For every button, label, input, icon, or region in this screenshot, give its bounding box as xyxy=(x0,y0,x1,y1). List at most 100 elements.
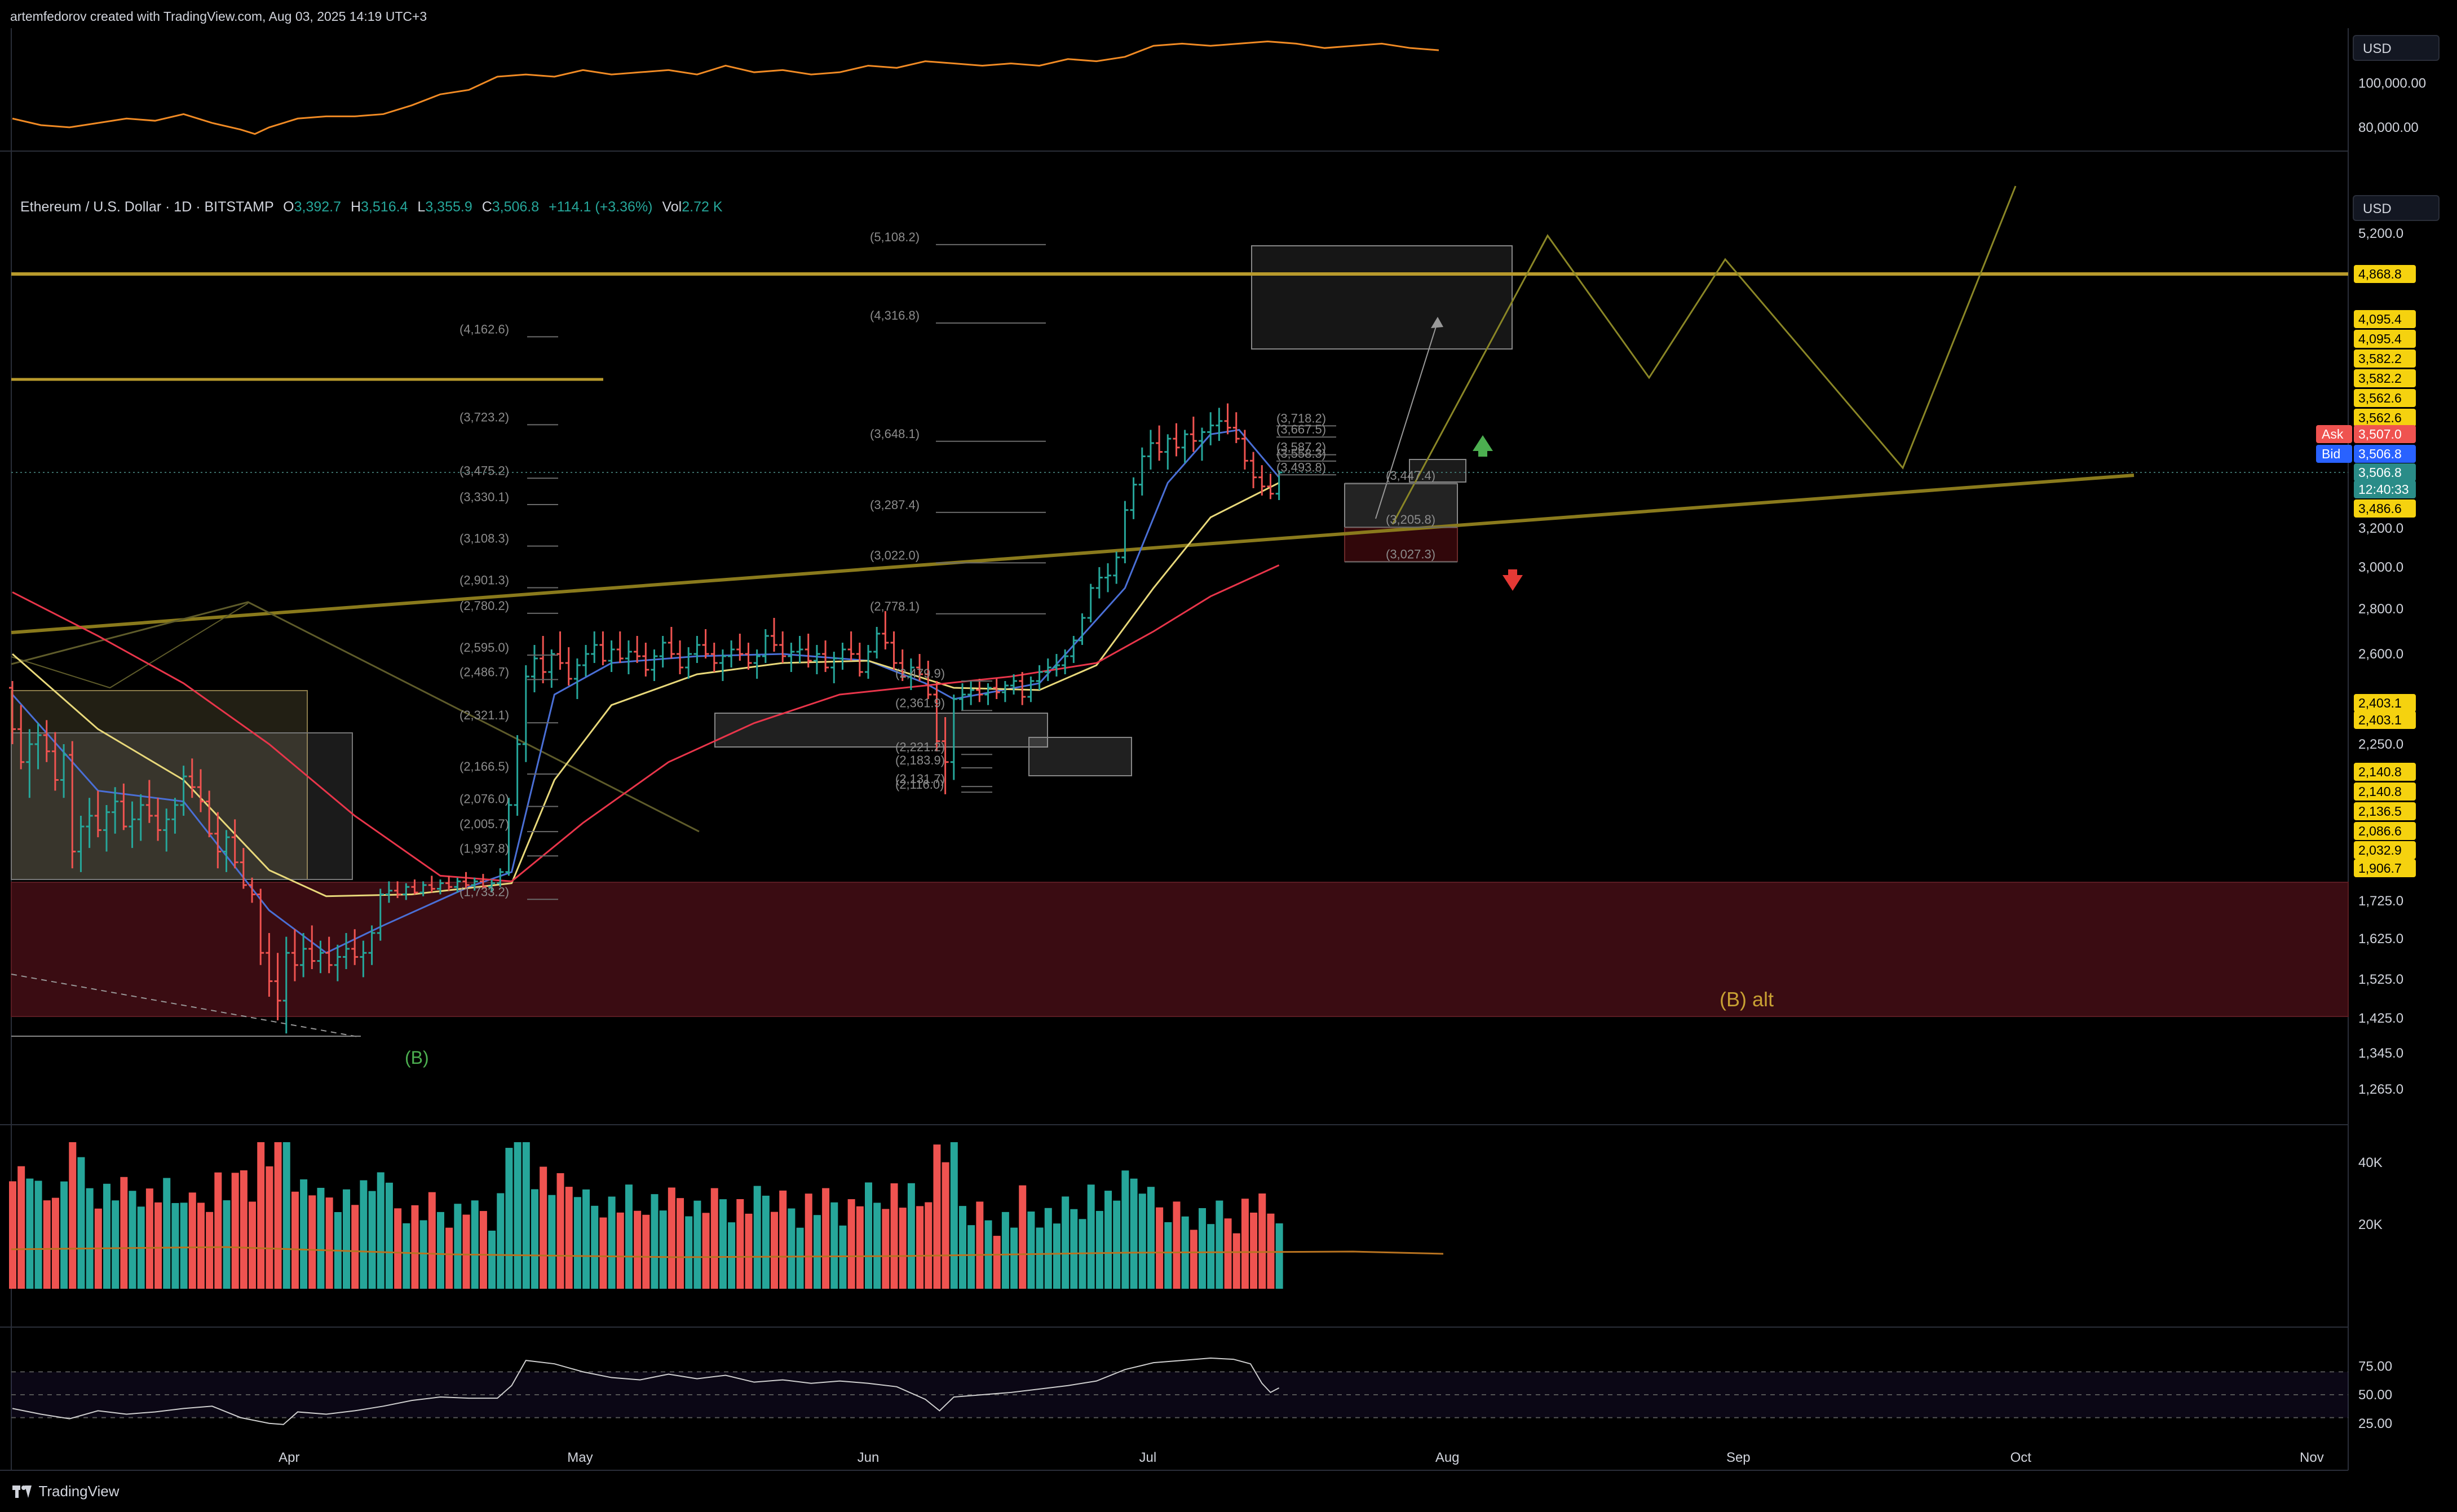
volume-bar xyxy=(17,1166,25,1289)
fib-level-label: (2,901.3) xyxy=(459,573,509,587)
fib-level-label: (3,447.4) xyxy=(1386,468,1435,483)
volume-bar xyxy=(976,1201,984,1289)
candle xyxy=(813,645,820,674)
price-axis-badge: 3,582.2 xyxy=(2354,350,2416,368)
candle xyxy=(1087,583,1094,622)
y-axis-tick: 3,200.0 xyxy=(2358,521,2403,536)
fib-level-label: (3,723.2) xyxy=(459,410,509,424)
candle xyxy=(839,643,846,670)
candle xyxy=(616,631,624,663)
volume-bar xyxy=(805,1193,812,1289)
price-axis-badge: 1,906.7 xyxy=(2354,859,2416,877)
volume-bar xyxy=(719,1199,727,1289)
compare-axis-tick: 100,000.00 xyxy=(2358,76,2426,91)
volume-value: 2.72 K xyxy=(682,199,723,215)
volume-bar xyxy=(1113,1200,1121,1289)
candle xyxy=(1053,654,1060,677)
ohlc-open-label: O xyxy=(283,199,294,215)
candle xyxy=(890,631,898,670)
volume-bar xyxy=(1147,1187,1155,1289)
volume-bar xyxy=(43,1200,51,1289)
range-box xyxy=(714,713,1048,748)
tradingview-logo[interactable]: TradingView xyxy=(12,1483,120,1500)
volume-bar xyxy=(437,1212,444,1289)
candle xyxy=(719,649,726,681)
volume-bar xyxy=(1019,1185,1027,1289)
y-axis-tick: 1,725.0 xyxy=(2358,894,2403,909)
x-axis-tick: Sep xyxy=(1726,1450,1751,1465)
candle xyxy=(882,611,889,649)
fib-level-label: (3,475.2) xyxy=(459,463,509,478)
volume-bar xyxy=(882,1209,890,1289)
price-axis-badge: 3,506.8 Bid xyxy=(2316,445,2416,463)
volume-bar xyxy=(659,1210,667,1289)
candle xyxy=(788,643,795,672)
candle xyxy=(693,636,701,663)
fib-level-label: (2,221.2) xyxy=(895,740,945,754)
candle xyxy=(659,636,666,667)
volume-bar xyxy=(771,1212,779,1289)
volume-bar xyxy=(573,1197,581,1289)
volume-bar xyxy=(822,1188,830,1289)
volume-bar xyxy=(488,1230,496,1289)
rsi-layer xyxy=(11,1358,2348,1425)
volume-bar xyxy=(9,1181,16,1289)
x-axis-tick: Jul xyxy=(1139,1450,1157,1465)
volume-bar xyxy=(497,1193,505,1289)
volume-bar xyxy=(1062,1196,1070,1289)
volume-bar xyxy=(1207,1224,1215,1289)
price-axis-badge: 2,086.6 xyxy=(2354,822,2416,840)
volume-bar xyxy=(86,1188,94,1289)
price-axis-badge: 2,140.8 xyxy=(2354,782,2416,801)
volume-bar xyxy=(34,1181,42,1289)
volume-bar xyxy=(171,1202,179,1289)
volume-bar xyxy=(300,1179,308,1289)
volume-bar xyxy=(540,1166,547,1289)
x-axis-tick: Jun xyxy=(858,1450,880,1465)
volume-bar xyxy=(616,1212,624,1289)
candle xyxy=(582,645,590,677)
chart-canvas[interactable]: (5,108.2) (4,316.8) (3,648.1) (3,287.4) (3,0… xyxy=(0,0,2457,1512)
y-axis-tick: 2,600.0 xyxy=(2358,647,2403,662)
volume-bar xyxy=(454,1204,462,1289)
candle xyxy=(1001,681,1009,702)
price-axis-badge: 3,562.6 xyxy=(2354,409,2416,427)
candle xyxy=(1181,430,1188,463)
symbol-title[interactable]: Ethereum / U.S. Dollar · 1D · BITSTAMP xyxy=(20,199,273,215)
y-axis-tick: 5,200.0 xyxy=(2358,226,2403,241)
fib-level-label: (2,166.5) xyxy=(459,759,509,773)
volume-bar xyxy=(514,1142,522,1289)
price-axis-badge-text: 2,136.5 xyxy=(2358,804,2402,819)
volume-bar xyxy=(257,1142,265,1289)
candle xyxy=(1130,477,1137,519)
volume-bar xyxy=(958,1206,966,1289)
volume-bar xyxy=(531,1189,538,1289)
volume-bar xyxy=(728,1222,736,1289)
volume-bar xyxy=(428,1192,436,1289)
quote-tag: Ask xyxy=(2322,427,2344,441)
volume-bar xyxy=(214,1172,222,1289)
volume-bar xyxy=(847,1199,855,1289)
price-currency-button[interactable]: USD xyxy=(2353,195,2440,221)
volume-bar xyxy=(710,1188,718,1289)
volume-bar xyxy=(411,1205,419,1289)
candle xyxy=(505,798,512,876)
y-axis-tick: 2,800.0 xyxy=(2358,602,2403,617)
candle xyxy=(873,627,881,658)
compare-currency-button[interactable]: USD xyxy=(2353,35,2440,61)
chart-credit: artemfedorov created with TradingView.co… xyxy=(10,9,427,24)
volume-bar xyxy=(1258,1193,1266,1289)
volume-label: Vol xyxy=(662,199,682,215)
candle xyxy=(976,679,983,702)
fib-level-label: (3,330.1) xyxy=(459,490,509,504)
fib-level-label: (2,005.7) xyxy=(459,817,509,831)
price-axis-badge-text: 4,095.4 xyxy=(2358,312,2402,326)
volume-bar xyxy=(796,1227,804,1289)
volume-bar xyxy=(325,1197,333,1289)
price-axis-badge: 2,136.5 xyxy=(2354,802,2416,820)
candle xyxy=(702,629,709,658)
price-axis-badge: 3,507.0 Ask xyxy=(2316,425,2416,443)
candle xyxy=(1113,551,1120,584)
volume-bar xyxy=(668,1187,675,1289)
ohlc-close-label: C xyxy=(481,199,492,215)
